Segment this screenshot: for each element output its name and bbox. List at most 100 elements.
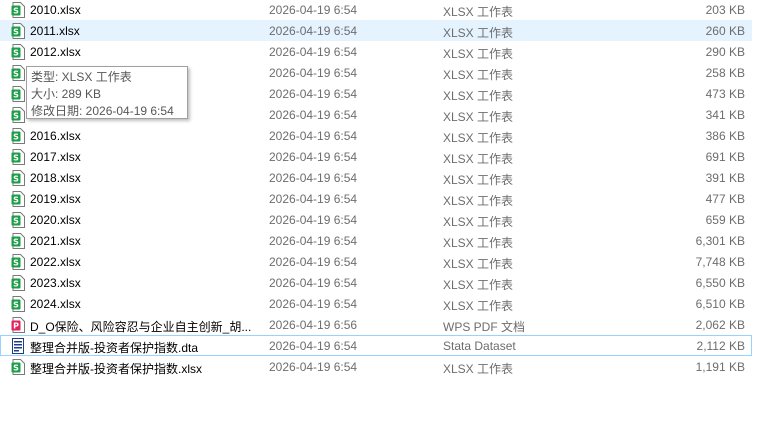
file-size: 659 KB bbox=[705, 213, 745, 227]
file-name[interactable]: 2017.xlsx bbox=[30, 150, 260, 164]
file-date: 2026-04-19 6:54 bbox=[269, 255, 358, 269]
svg-text:S: S bbox=[13, 196, 19, 205]
svg-text:P: P bbox=[13, 322, 19, 331]
file-row[interactable]: S 2016.xlsx 2026-04-19 6:54 XLSX 工作表 386 KB bbox=[0, 125, 752, 146]
file-name[interactable]: 2024.xlsx bbox=[30, 297, 260, 311]
file-list: S 2010.xlsx 2026-04-19 6:54 XLSX 工作表 203 KB S… bbox=[0, 0, 784, 425]
xlsx-icon: S bbox=[11, 23, 25, 39]
file-size: 386 KB bbox=[705, 129, 745, 143]
file-date: 2026-04-19 6:54 bbox=[269, 297, 358, 311]
file-date: 2026-04-19 6:54 bbox=[269, 66, 358, 80]
file-row[interactable]: S 2024.xlsx 2026-04-19 6:54 XLSX 工作表 6,510 K… bbox=[0, 293, 752, 314]
svg-text:S: S bbox=[13, 259, 19, 268]
svg-text:S: S bbox=[13, 301, 19, 310]
file-row[interactable]: S 2022.xlsx 2026-04-19 6:54 XLSX 工作表 7,748 K… bbox=[0, 251, 752, 272]
file-date: 2026-04-19 6:54 bbox=[269, 108, 358, 122]
file-name[interactable]: 2019.xlsx bbox=[30, 192, 260, 206]
file-type: XLSX 工作表 bbox=[443, 215, 514, 229]
file-date: 2026-04-19 6:54 bbox=[269, 3, 358, 17]
svg-text:S: S bbox=[13, 49, 19, 58]
xlsx-icon: S bbox=[11, 149, 25, 165]
file-row[interactable]: S 整理合并版-投资者保护指数.xlsx 2026-04-19 6:54 XLSX 工… bbox=[0, 356, 752, 377]
file-type: XLSX 工作表 bbox=[443, 362, 514, 376]
file-type: XLSX 工作表 bbox=[443, 5, 514, 19]
file-type: XLSX 工作表 bbox=[443, 131, 514, 145]
file-size: 2,062 KB bbox=[695, 318, 745, 332]
file-date: 2026-04-19 6:54 bbox=[269, 192, 358, 206]
file-row[interactable]: S 2017.xlsx 2026-04-19 6:54 XLSX 工作表 691 KB bbox=[0, 146, 752, 167]
file-name[interactable]: 2012.xlsx bbox=[30, 45, 260, 59]
xlsx-icon: S bbox=[11, 296, 25, 312]
xlsx-icon: S bbox=[11, 65, 25, 81]
file-date: 2026-04-19 6:54 bbox=[269, 171, 358, 185]
svg-text:S: S bbox=[13, 133, 19, 142]
file-date: 2026-04-19 6:54 bbox=[269, 45, 358, 59]
svg-text:S: S bbox=[13, 28, 19, 37]
pdf-icon: P bbox=[11, 317, 25, 333]
xlsx-icon: S bbox=[11, 2, 25, 18]
file-size: 7,748 KB bbox=[695, 255, 745, 269]
file-name[interactable]: 2011.xlsx bbox=[30, 24, 260, 38]
file-type: XLSX 工作表 bbox=[443, 89, 514, 103]
svg-text:S: S bbox=[13, 280, 19, 289]
xlsx-icon: S bbox=[11, 128, 25, 144]
xlsx-icon: S bbox=[11, 275, 25, 291]
file-name[interactable]: 2018.xlsx bbox=[30, 171, 260, 185]
xlsx-icon: S bbox=[11, 86, 25, 102]
file-size: 203 KB bbox=[705, 3, 745, 17]
file-type: XLSX 工作表 bbox=[443, 299, 514, 313]
file-date: 2026-04-19 6:54 bbox=[269, 234, 358, 248]
file-name[interactable]: D_O保险、风险容忍与企业自主创新_胡... bbox=[30, 318, 260, 335]
file-type: XLSX 工作表 bbox=[443, 236, 514, 250]
file-row[interactable]: S 2011.xlsx 2026-04-19 6:54 XLSX 工作表 260 KB bbox=[0, 20, 752, 41]
file-size: 258 KB bbox=[705, 66, 745, 80]
file-name[interactable]: 2020.xlsx bbox=[30, 213, 260, 227]
file-type: XLSX 工作表 bbox=[443, 278, 514, 292]
dta-icon bbox=[11, 338, 25, 354]
file-date: 2026-04-19 6:56 bbox=[269, 318, 358, 332]
file-row[interactable]: S 2018.xlsx 2026-04-19 6:54 XLSX 工作表 391 KB bbox=[0, 167, 752, 188]
svg-text:S: S bbox=[13, 364, 19, 373]
file-date: 2026-04-19 6:54 bbox=[269, 213, 358, 227]
file-date: 2026-04-19 6:54 bbox=[269, 360, 358, 374]
file-row[interactable]: 整理合并版-投资者保护指数.dta 2026-04-19 6:54 Stata Da… bbox=[0, 335, 752, 356]
file-name[interactable]: 2010.xlsx bbox=[30, 3, 260, 17]
tooltip-date: 修改日期: 2026-04-19 6:54 bbox=[31, 104, 174, 118]
file-size: 473 KB bbox=[705, 87, 745, 101]
file-date: 2026-04-19 6:54 bbox=[269, 276, 358, 290]
file-row[interactable]: S 2010.xlsx 2026-04-19 6:54 XLSX 工作表 203 KB bbox=[0, 0, 752, 20]
file-type: XLSX 工作表 bbox=[443, 257, 514, 271]
file-name[interactable]: 整理合并版-投资者保护指数.dta bbox=[30, 339, 260, 356]
tooltip-type: 类型: XLSX 工作表 bbox=[31, 70, 132, 84]
xlsx-icon: S bbox=[11, 191, 25, 207]
file-name[interactable]: 2022.xlsx bbox=[30, 255, 260, 269]
file-type: XLSX 工作表 bbox=[443, 68, 514, 82]
file-name[interactable]: 2023.xlsx bbox=[30, 276, 260, 290]
file-size: 260 KB bbox=[705, 24, 745, 38]
file-type: XLSX 工作表 bbox=[443, 173, 514, 187]
tooltip-size: 大小: 289 KB bbox=[31, 87, 102, 101]
file-size: 1,191 KB bbox=[695, 360, 745, 374]
file-row[interactable]: S 2020.xlsx 2026-04-19 6:54 XLSX 工作表 659 KB bbox=[0, 209, 752, 230]
file-size: 6,301 KB bbox=[695, 234, 745, 248]
xlsx-icon: S bbox=[11, 107, 25, 123]
file-row[interactable]: S 2023.xlsx 2026-04-19 6:54 XLSX 工作表 6,550 K… bbox=[0, 272, 752, 293]
svg-text:S: S bbox=[13, 112, 19, 121]
file-row[interactable]: S 2012.xlsx 2026-04-19 6:54 XLSX 工作表 290 KB bbox=[0, 41, 752, 62]
xlsx-icon: S bbox=[11, 254, 25, 270]
file-size: 290 KB bbox=[705, 45, 745, 59]
file-size: 391 KB bbox=[705, 171, 745, 185]
file-type: XLSX 工作表 bbox=[443, 26, 514, 40]
svg-text:S: S bbox=[13, 154, 19, 163]
file-name[interactable]: 2021.xlsx bbox=[30, 234, 260, 248]
file-type: Stata Dataset bbox=[443, 339, 516, 353]
file-row[interactable]: S 2019.xlsx 2026-04-19 6:54 XLSX 工作表 477 KB bbox=[0, 188, 752, 209]
file-name[interactable]: 2016.xlsx bbox=[30, 129, 260, 143]
file-row[interactable]: S 2021.xlsx 2026-04-19 6:54 XLSX 工作表 6,301 K… bbox=[0, 230, 752, 251]
svg-text:S: S bbox=[13, 91, 19, 100]
file-size: 6,550 KB bbox=[695, 276, 745, 290]
file-name[interactable]: 整理合并版-投资者保护指数.xlsx bbox=[30, 360, 260, 377]
file-type: XLSX 工作表 bbox=[443, 47, 514, 61]
svg-text:S: S bbox=[13, 70, 19, 79]
file-row[interactable]: P D_O保险、风险容忍与企业自主创新_胡... 2026-04-19 6:56 WP… bbox=[0, 314, 752, 335]
